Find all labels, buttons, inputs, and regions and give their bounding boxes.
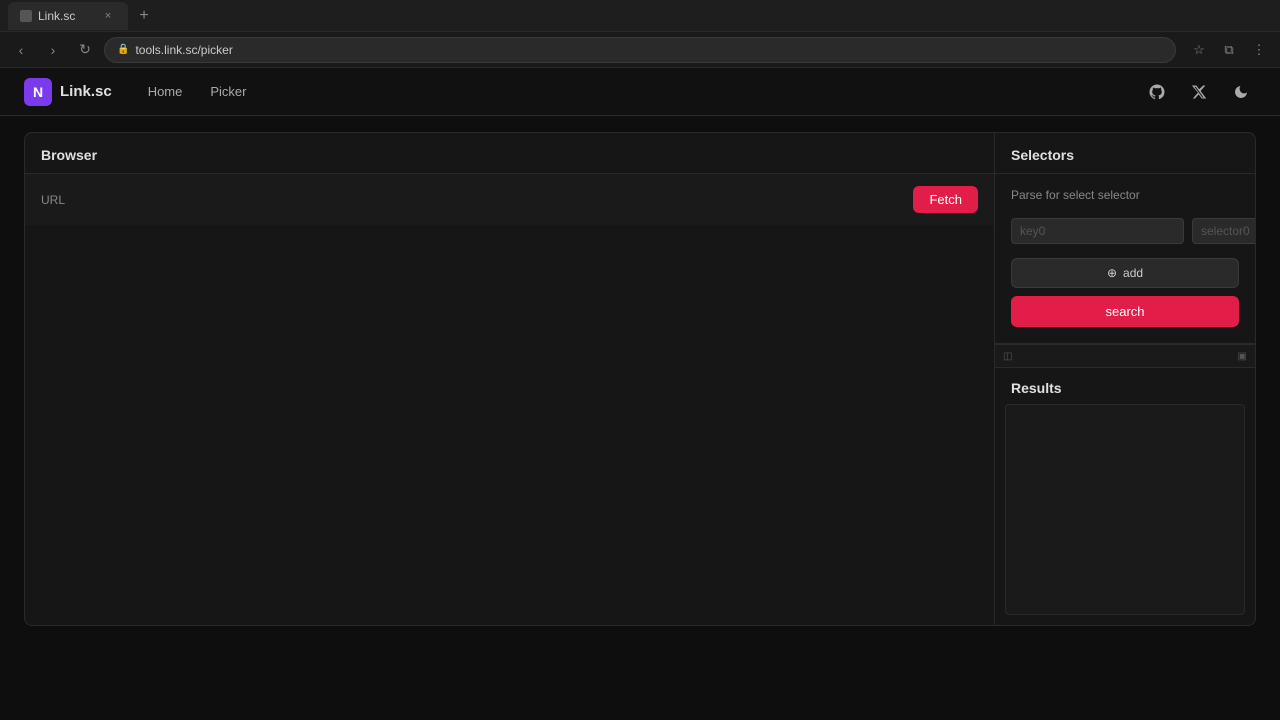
header-actions <box>1142 77 1256 107</box>
nav-links: Home Picker <box>136 78 259 105</box>
resize-right-icon: ▣ <box>1238 351 1247 362</box>
browser-viewport <box>25 225 994 625</box>
forward-button[interactable]: › <box>40 37 66 63</box>
fetch-button[interactable]: Fetch <box>913 186 978 213</box>
selectors-upper: Selectors Parse for select selector ⊕ ad… <box>995 133 1255 344</box>
active-tab[interactable]: Link.sc × <box>8 2 128 30</box>
selectors-panel-header: Selectors <box>995 133 1255 174</box>
tab-favicon <box>20 10 32 22</box>
nav-actions: ☆ ⧉ ⋮ <box>1186 37 1272 63</box>
browser-panel-header: Browser <box>25 133 994 174</box>
extensions-button[interactable]: ⧉ <box>1216 37 1242 63</box>
selector-row <box>995 212 1255 250</box>
selectors-title: Selectors <box>1011 147 1074 163</box>
tab-bar: Link.sc × + <box>0 0 1280 32</box>
logo-text: Link.sc <box>60 83 112 100</box>
address-bar[interactable]: 🔒 tools.link.sc/picker <box>104 37 1176 63</box>
search-button[interactable]: search <box>1011 296 1239 327</box>
tab-title: Link.sc <box>38 9 75 23</box>
url-bar-row: URL Fetch <box>25 174 994 225</box>
refresh-button[interactable]: ↻ <box>72 37 98 63</box>
parse-label: Parse for select selector <box>995 174 1255 212</box>
nav-link-home[interactable]: Home <box>136 78 195 105</box>
resize-left-icon: ◫ <box>1003 351 1012 362</box>
add-label: add <box>1123 266 1143 280</box>
add-icon: ⊕ <box>1107 266 1117 280</box>
key-input[interactable] <box>1011 218 1184 244</box>
new-tab-button[interactable]: + <box>130 2 158 30</box>
logo-icon: N <box>24 78 52 106</box>
results-header: Results <box>995 368 1255 404</box>
back-button[interactable]: ‹ <box>8 37 34 63</box>
url-input[interactable] <box>81 192 903 207</box>
lock-icon: 🔒 <box>117 44 129 55</box>
nav-bar: ‹ › ↻ 🔒 tools.link.sc/picker ☆ ⧉ ⋮ <box>0 32 1280 68</box>
main-content: Browser URL Fetch Selectors Parse for se… <box>0 116 1280 642</box>
theme-toggle-button[interactable] <box>1226 77 1256 107</box>
results-section: Results <box>995 368 1255 625</box>
selector-input[interactable] <box>1192 218 1256 244</box>
url-label: URL <box>41 193 71 207</box>
bookmark-button[interactable]: ☆ <box>1186 37 1212 63</box>
nav-link-picker[interactable]: Picker <box>198 78 258 105</box>
more-button[interactable]: ⋮ <box>1246 37 1272 63</box>
github-button[interactable] <box>1142 77 1172 107</box>
selectors-panel: Selectors Parse for select selector ⊕ ad… <box>995 133 1255 625</box>
results-title: Results <box>1011 380 1062 396</box>
app-header: N Link.sc Home Picker <box>0 68 1280 116</box>
resize-handle[interactable]: ◫ ▣ <box>995 344 1255 368</box>
add-button[interactable]: ⊕ add <box>1011 258 1239 288</box>
tool-container: Browser URL Fetch Selectors Parse for se… <box>24 132 1256 626</box>
browser-panel-title: Browser <box>41 147 97 163</box>
results-content <box>1005 404 1245 615</box>
address-text: tools.link.sc/picker <box>135 43 232 57</box>
browser-panel: Browser URL Fetch <box>25 133 995 625</box>
logo: N Link.sc <box>24 78 112 106</box>
tab-close-button[interactable]: × <box>100 8 116 24</box>
twitter-button[interactable] <box>1184 77 1214 107</box>
